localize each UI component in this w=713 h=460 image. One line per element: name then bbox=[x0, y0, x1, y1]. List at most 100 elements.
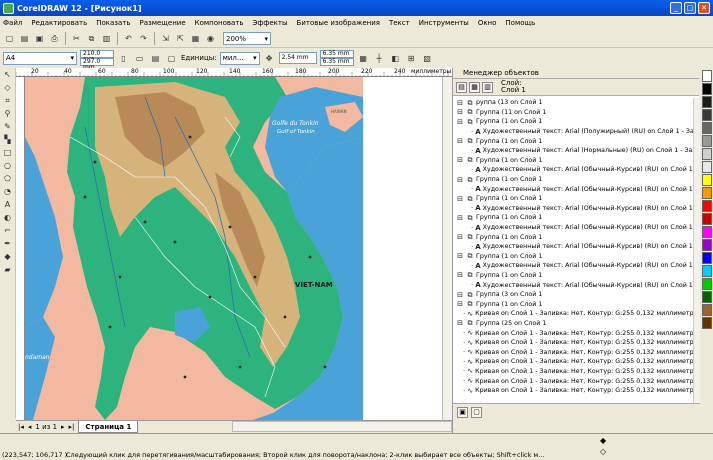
object-row[interactable]: ⊟ ⧉ Группа (1 on Слой 1 bbox=[453, 271, 693, 281]
ellipse-tool-icon[interactable]: ○ bbox=[2, 161, 14, 171]
first-page-button[interactable]: |◂ bbox=[18, 423, 24, 431]
menu-bitmaps[interactable]: Битовые изображения bbox=[297, 19, 380, 27]
collapse-icon[interactable]: ⊟ bbox=[456, 195, 464, 203]
new-master-layer-icon[interactable]: ▢ bbox=[471, 407, 482, 418]
units-select[interactable]: мил... ▾ bbox=[219, 51, 260, 65]
freehand-tool-icon[interactable]: ✎ bbox=[2, 122, 14, 132]
color-swatch[interactable] bbox=[701, 96, 712, 108]
snap-guidelines-icon[interactable]: ┼ bbox=[373, 52, 386, 65]
object-row[interactable]: · A Художественный текст: Arial (Обычный-К… bbox=[453, 204, 693, 214]
menu-help[interactable]: Помощь bbox=[505, 19, 535, 27]
canvas-vertical-scrollbar[interactable] bbox=[442, 77, 452, 420]
next-page-button[interactable]: ▸ bbox=[61, 423, 65, 431]
interactive-fill-icon[interactable]: ▰ bbox=[2, 265, 14, 275]
object-row[interactable]: · ∿ Кривая on Слой 1 - Заливка: Нет, Конту… bbox=[453, 347, 693, 357]
collapse-icon[interactable]: ⊟ bbox=[456, 300, 464, 308]
color-swatch[interactable] bbox=[701, 83, 712, 95]
object-row[interactable]: · A Художественный текст: Arial (Обычный-К… bbox=[453, 280, 693, 290]
fill-tool-icon[interactable]: ◆ bbox=[2, 252, 14, 262]
page-height-field[interactable]: 297.0 mm bbox=[80, 58, 114, 71]
save-icon[interactable]: ▣ bbox=[33, 32, 46, 45]
paper-size-select[interactable]: A4 ▾ bbox=[3, 51, 77, 65]
object-tree-scrollbar[interactable] bbox=[693, 98, 700, 403]
page-width-field[interactable]: 210.0 mm bbox=[80, 50, 114, 63]
zoom-tool-icon[interactable]: ⚲ bbox=[2, 109, 14, 119]
new-icon[interactable]: ▢ bbox=[3, 32, 16, 45]
basic-shapes-icon[interactable]: ◔ bbox=[2, 187, 14, 197]
import-icon[interactable]: ⇲ bbox=[159, 32, 172, 45]
nudge-field[interactable]: 2,54 mm bbox=[278, 52, 317, 64]
collapse-icon[interactable]: ⊟ bbox=[456, 271, 464, 279]
last-page-button[interactable]: ▸| bbox=[69, 423, 75, 431]
close-button[interactable]: ✕ bbox=[698, 2, 710, 14]
outline-tool-icon[interactable]: ✒ bbox=[2, 239, 14, 249]
zoom-select[interactable]: 200% ▾ bbox=[223, 32, 271, 45]
color-swatch[interactable] bbox=[701, 252, 712, 264]
copy-icon[interactable]: ⧉ bbox=[85, 32, 98, 45]
menu-edit[interactable]: Редактировать bbox=[31, 19, 87, 27]
object-row[interactable]: · ∿ Кривая on Слой 1 - Заливка: Нет, Конту… bbox=[453, 309, 693, 319]
paste-icon[interactable]: ▥ bbox=[100, 32, 113, 45]
collapse-icon[interactable]: ⊟ bbox=[456, 118, 464, 126]
rectangle-tool-icon[interactable]: □ bbox=[2, 148, 14, 158]
drawing-canvas[interactable]: Golfe du Tonkin Gulf of Tonkin VIET-NAM … bbox=[25, 77, 452, 420]
smart-fill-icon[interactable]: ▚ bbox=[2, 135, 14, 145]
object-row[interactable]: ⊟ ⧉ Группа (1 on Слой 1 bbox=[453, 194, 693, 204]
collapse-icon[interactable]: ⊟ bbox=[456, 233, 464, 241]
current-page-icon[interactable]: ▢ bbox=[165, 52, 178, 65]
color-swatch[interactable] bbox=[701, 278, 712, 290]
interactive-blend-icon[interactable]: ◐ bbox=[2, 213, 14, 223]
minimize-button[interactable]: _ bbox=[670, 2, 682, 14]
object-row[interactable]: · ∿ Кривая on Слой 1 - Заливка: Нет, Конту… bbox=[453, 367, 693, 377]
redo-icon[interactable]: ↷ bbox=[137, 32, 150, 45]
object-row[interactable]: · A Художественный текст: Arial (Полужирны… bbox=[453, 127, 693, 137]
color-swatch[interactable] bbox=[701, 161, 712, 173]
object-row[interactable]: · A Художественный текст: Arial (Обычный-К… bbox=[453, 184, 693, 194]
object-row[interactable]: ⊟ ⧉ Группа (1 on Слой 1 bbox=[453, 252, 693, 262]
color-swatch[interactable] bbox=[701, 135, 712, 147]
object-row[interactable]: ⊟ ⧉ Группа (3 on Слой 1 bbox=[453, 290, 693, 300]
color-swatch[interactable] bbox=[701, 291, 712, 303]
options-icon[interactable]: ▧ bbox=[421, 52, 434, 65]
object-row[interactable]: · A Художественный текст: Arial (Обычный-К… bbox=[453, 261, 693, 271]
color-swatch[interactable] bbox=[701, 213, 712, 225]
collapse-icon[interactable]: ⊟ bbox=[456, 214, 464, 222]
object-row[interactable]: ⊟ ⧉ Группа (1 on Слой 1 bbox=[453, 232, 693, 242]
menu-text[interactable]: Текст bbox=[389, 19, 410, 27]
collapse-icon[interactable]: ⊟ bbox=[456, 156, 464, 164]
color-swatch[interactable] bbox=[701, 109, 712, 121]
all-pages-icon[interactable]: ▤ bbox=[149, 52, 162, 65]
export-icon[interactable]: ⇱ bbox=[174, 32, 187, 45]
crop-tool-icon[interactable]: ⌗ bbox=[2, 96, 14, 106]
collapse-icon[interactable]: ⊟ bbox=[456, 252, 464, 260]
maximize-button[interactable]: □ bbox=[684, 2, 696, 14]
object-row[interactable]: · ∿ Кривая on Слой 1 - Заливка: Нет, Конту… bbox=[453, 328, 693, 338]
collapse-icon[interactable]: ⊟ bbox=[456, 319, 464, 327]
color-swatch[interactable] bbox=[701, 239, 712, 251]
menu-tools[interactable]: Инструменты bbox=[419, 19, 469, 27]
edit-across-layers-icon[interactable]: ▦ bbox=[469, 81, 480, 93]
collapse-icon[interactable]: ⊟ bbox=[456, 99, 464, 107]
pick-tool-icon[interactable]: ↖ bbox=[2, 70, 14, 80]
object-row[interactable]: · ∿ Кривая on Слой 1 - Заливка: Нет, Конту… bbox=[453, 376, 693, 386]
collapse-icon[interactable]: ⊟ bbox=[456, 176, 464, 184]
color-swatch[interactable] bbox=[701, 187, 712, 199]
object-row[interactable]: · A Художественный текст: Arial (Обычный-К… bbox=[453, 165, 693, 175]
color-swatch[interactable] bbox=[701, 122, 712, 134]
snap-grid-icon[interactable]: ▦ bbox=[357, 52, 370, 65]
prev-page-button[interactable]: ◂ bbox=[28, 423, 32, 431]
horizontal-ruler[interactable]: 20 40 60 80 100 120 140 160 180 200 220 … bbox=[16, 68, 452, 77]
object-row[interactable]: ⊟ ⧉ Группа (11 on Слой 1 bbox=[453, 108, 693, 118]
color-swatch[interactable] bbox=[701, 70, 712, 82]
polygon-tool-icon[interactable]: ⬠ bbox=[2, 174, 14, 184]
object-row[interactable]: · ∿ Кривая on Слой 1 - Заливка: Нет, Конту… bbox=[453, 386, 693, 396]
vertical-ruler[interactable] bbox=[16, 77, 25, 420]
duplicate-x-field[interactable]: 6.35 mm bbox=[319, 50, 354, 58]
app-launcher-icon[interactable]: ▦ bbox=[189, 32, 202, 45]
object-tree[interactable]: ⊟ ⧉ руппа (13 on Слой 1 ⊟ ⧉ Группа (11 on Сло… bbox=[453, 98, 693, 403]
menu-window[interactable]: Окно bbox=[478, 19, 497, 27]
menu-file[interactable]: Файл bbox=[3, 19, 22, 27]
color-swatch[interactable] bbox=[701, 317, 712, 329]
object-row[interactable]: · ∿ Кривая on Слой 1 - Заливка: Нет, Конту… bbox=[453, 338, 693, 348]
object-row[interactable]: · A Художественный текст: Arial (Обычный-К… bbox=[453, 223, 693, 233]
